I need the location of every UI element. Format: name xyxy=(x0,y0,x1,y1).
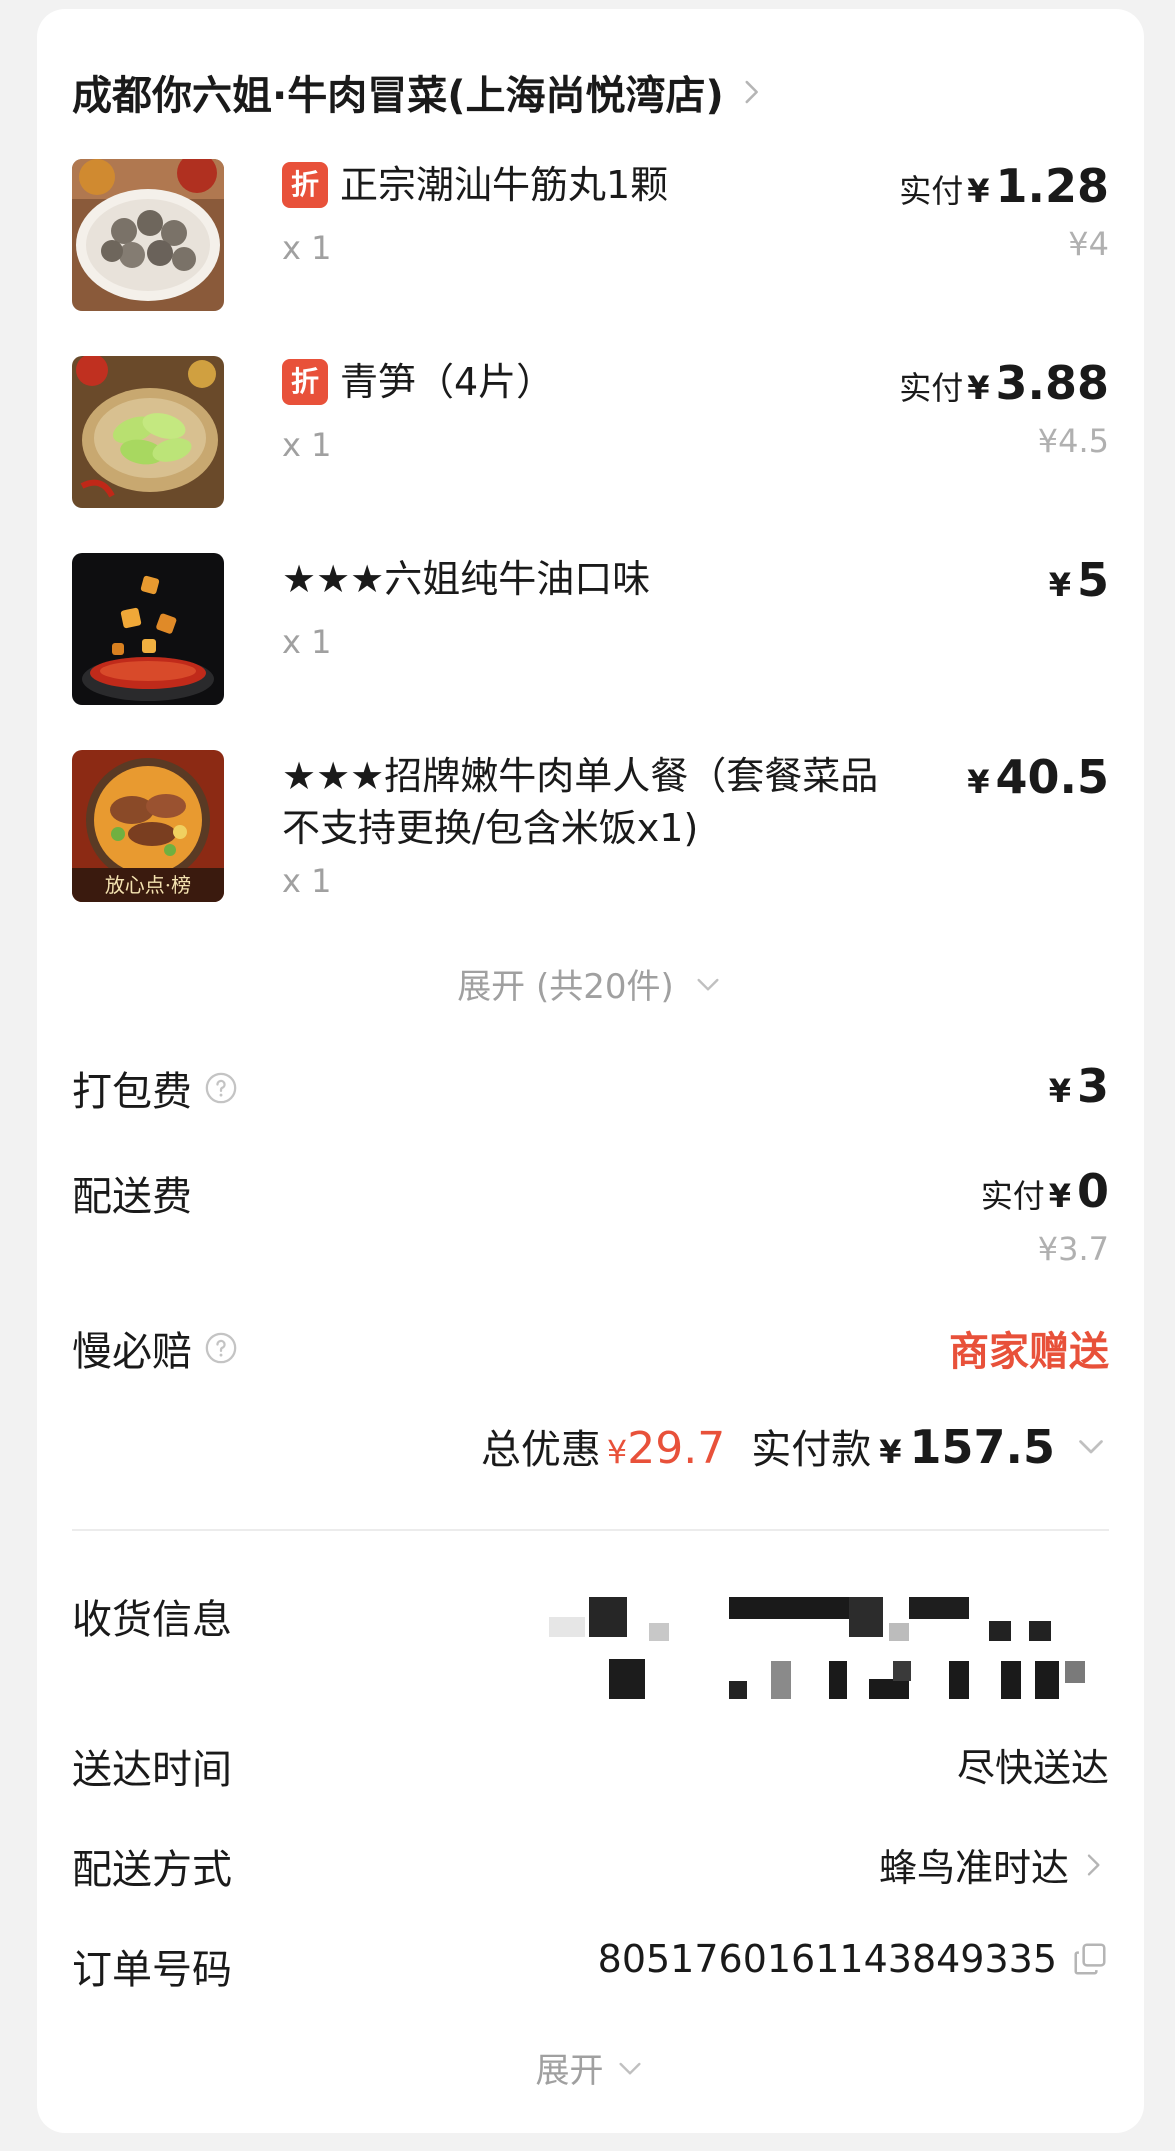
delivery-fee-label: 配送费 xyxy=(72,1174,192,1220)
currency-symbol: ¥ xyxy=(967,763,990,801)
delivery-method-label: 配送方式 xyxy=(72,1847,232,1893)
address-row[interactable]: 收货信息 xyxy=(72,1587,1109,1727)
paid-label: 实付 xyxy=(899,369,964,407)
original-price: ¥4 xyxy=(1068,225,1109,263)
packing-fee-amount: 3 xyxy=(1076,1059,1109,1113)
copy-icon[interactable] xyxy=(1071,1940,1109,1978)
paid-amount: 40.5 xyxy=(995,750,1110,804)
item-title: ★★★招牌嫩牛肉单人餐（套餐菜品不支持更换/包含米饭x1) xyxy=(282,754,879,850)
item-name: ★★★六姐纯牛油口味 xyxy=(282,553,882,605)
currency-symbol: ¥ xyxy=(967,369,990,407)
help-icon[interactable] xyxy=(204,1331,238,1365)
currency-symbol: ¥ xyxy=(1048,566,1071,604)
packing-fee-row: 打包费 ¥ 3 xyxy=(72,1059,1109,1117)
item-price: 实付 ¥ 3.88 ¥4.5 xyxy=(899,356,1109,460)
beef-ball-photo xyxy=(72,159,224,311)
store-name[interactable]: 成都你六姐·牛肉冒菜(上海尚悦湾店) xyxy=(72,63,724,121)
item-quantity: x 1 xyxy=(282,623,332,661)
chevron-down-icon xyxy=(1079,1440,1103,1454)
item-quantity: x 1 xyxy=(282,229,332,267)
merchant-gift-label: 商家赠送 xyxy=(949,1329,1109,1375)
order-item[interactable]: ★★★六姐纯牛油口味 x 1 ¥ 5 xyxy=(72,553,1109,705)
item-title: ★★★六姐纯牛油口味 xyxy=(282,557,651,601)
item-name: ★★★招牌嫩牛肉单人餐（套餐菜品不支持更换/包含米饭x1) xyxy=(282,750,882,854)
paid-label: 实付 xyxy=(899,172,964,210)
item-title: 青笋（4片） xyxy=(340,360,555,404)
order-number-value: 8051760161143849335 xyxy=(597,1937,1057,1981)
item-name: 折 正宗潮汕牛筋丸1颗 xyxy=(282,159,882,211)
order-number-row: 订单号码 8051760161143849335 xyxy=(72,1937,1109,1997)
delivery-time-label: 送达时间 xyxy=(72,1747,232,1793)
chevron-down-icon xyxy=(697,978,719,991)
order-total-summary[interactable]: 总优惠 ¥ 29.7 实付款 ¥ 157.5 xyxy=(481,1417,1109,1475)
paid-amount: 1.28 xyxy=(995,159,1110,213)
beef-tallow-broth-photo xyxy=(72,553,224,705)
paid-amount: 3.88 xyxy=(995,356,1110,410)
delivery-time-value: 尽快送达 xyxy=(956,1746,1109,1790)
total-discount-amount: 29.7 xyxy=(627,1423,726,1474)
total-paid-amount: 157.5 xyxy=(909,1420,1055,1474)
divider xyxy=(72,1529,1109,1531)
original-price: ¥3.7 xyxy=(1037,1230,1109,1268)
chevron-right-icon xyxy=(1087,1853,1100,1876)
total-discount-label: 总优惠 xyxy=(480,1427,601,1473)
expand-items-label: 展开 (共20件) xyxy=(457,967,674,1007)
item-name: 折 青笋（4片） xyxy=(282,356,882,408)
item-title: 正宗潮汕牛筋丸1颗 xyxy=(340,163,669,207)
delivery-method-value: 蜂鸟准时达 xyxy=(878,1846,1069,1890)
store-header[interactable]: 成都你六姐·牛肉冒菜(上海尚悦湾店) xyxy=(72,57,1109,127)
address-label: 收货信息 xyxy=(72,1597,232,1643)
order-item[interactable]: 放心点·榜 ★★★招牌嫩牛肉单人餐（套餐菜品不支持更换/包含米饭x1) x 1 … xyxy=(72,750,1109,910)
currency-symbol: ¥ xyxy=(1048,1177,1071,1215)
paid-label: 实付 xyxy=(980,1177,1045,1215)
item-quantity: x 1 xyxy=(282,426,332,464)
item-price: 实付 ¥ 1.28 ¥4 xyxy=(899,159,1109,263)
item-quantity: x 1 xyxy=(282,862,332,900)
original-price: ¥4.5 xyxy=(1037,422,1109,460)
discount-badge: 折 xyxy=(282,359,328,405)
discount-badge: 折 xyxy=(282,162,328,208)
chevron-down-icon xyxy=(618,2062,641,2075)
delivery-method-row[interactable]: 配送方式 蜂鸟准时达 xyxy=(72,1837,1109,1897)
paid-amount: 5 xyxy=(1076,553,1109,607)
help-icon[interactable] xyxy=(204,1071,238,1105)
expand-details-label: 展开 xyxy=(535,2051,604,2091)
redacted-address xyxy=(549,1597,1109,1717)
expand-details-button[interactable]: 展开 xyxy=(37,2043,1144,2092)
delivery-fee-row: 配送费 实付 ¥ 0 ¥3.7 xyxy=(72,1164,1109,1268)
order-item[interactable]: 折 青笋（4片） x 1 实付 ¥ 3.88 ¥4.5 xyxy=(72,356,1109,508)
expand-items-button[interactable]: 展开 (共20件) xyxy=(37,959,1144,1008)
order-number-label: 订单号码 xyxy=(72,1947,232,1993)
item-price: ¥ 5 xyxy=(1049,553,1109,607)
total-paid-label: 实付款 xyxy=(751,1427,872,1473)
chevron-right-icon xyxy=(745,80,758,104)
delivery-fee-amount: 0 xyxy=(1076,1164,1109,1218)
lettuce-stem-photo xyxy=(72,356,224,508)
order-item[interactable]: 折 正宗潮汕牛筋丸1颗 x 1 实付 ¥ 1.28 ¥4 xyxy=(72,159,1109,311)
item-price: ¥ 40.5 xyxy=(967,750,1109,804)
thumbnail-caption: 放心点·榜 xyxy=(104,873,192,897)
currency-symbol: ¥ xyxy=(1048,1072,1071,1110)
late-compensation-row: 慢必赔 商家赠送 xyxy=(72,1319,1109,1377)
currency-symbol: ¥ xyxy=(967,172,990,210)
beef-set-meal-photo: 放心点·榜 xyxy=(72,750,224,902)
packing-fee-label: 打包费 xyxy=(72,1069,192,1115)
currency-symbol: ¥ xyxy=(879,1433,902,1471)
delivery-time-row: 送达时间 尽快送达 xyxy=(72,1737,1109,1797)
late-compensation-label: 慢必赔 xyxy=(72,1329,192,1375)
currency-symbol: ¥ xyxy=(606,1433,628,1471)
order-detail-card: 成都你六姐·牛肉冒菜(上海尚悦湾店) 折 正宗潮汕牛筋丸1颗 x 1 实付 ¥ … xyxy=(37,9,1144,2133)
